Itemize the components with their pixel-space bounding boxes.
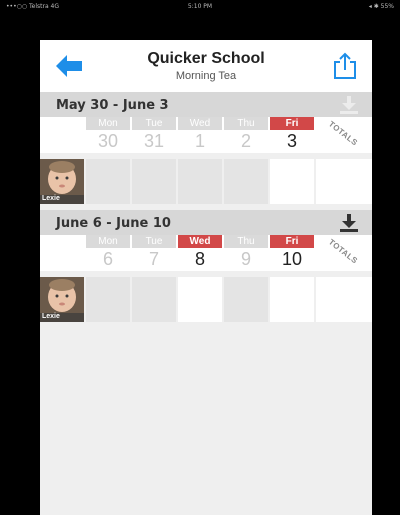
- day-name: Thu: [224, 235, 268, 248]
- time-label: 5:10 PM: [187, 3, 213, 10]
- day-fri[interactable]: Fri 10: [270, 235, 314, 271]
- attendance-cell[interactable]: [270, 277, 314, 322]
- day-name: Wed: [178, 117, 222, 130]
- totals-label: TOTALS: [326, 119, 360, 148]
- day-name: Thu: [224, 117, 268, 130]
- app-header: Quicker School Morning Tea: [40, 40, 372, 92]
- totals-label: TOTALS: [326, 237, 360, 266]
- day-thu[interactable]: Thu 2: [224, 117, 268, 153]
- attendance-cell[interactable]: [178, 277, 222, 322]
- child-name: Lexie: [42, 195, 60, 202]
- day-wed[interactable]: Wed 8: [178, 235, 222, 271]
- day-mon[interactable]: Mon 6: [86, 235, 130, 271]
- child-row: Lexie: [40, 277, 372, 322]
- battery-label: ◂ ✱ 55%: [368, 3, 394, 10]
- download-icon[interactable]: [338, 213, 360, 233]
- week-header: June 6 - June 10: [40, 210, 372, 235]
- status-bar: •••○○ Telstra 4G 5:10 PM ◂ ✱ 55%: [0, 0, 400, 12]
- day-thu[interactable]: Thu 9: [224, 235, 268, 271]
- day-wed[interactable]: Wed 1: [178, 117, 222, 153]
- week-header: May 30 - June 3: [40, 92, 372, 117]
- totals-cell: [316, 159, 372, 204]
- child-row: Lexie: [40, 159, 372, 204]
- days-row: Mon 30 Tue 31 Wed 1 Thu 2 Fri 3 TOTALS: [40, 117, 372, 153]
- attendance-cell[interactable]: [132, 159, 176, 204]
- totals-header: TOTALS: [316, 237, 372, 269]
- totals-cell: [316, 277, 372, 322]
- attendance-cell[interactable]: [224, 277, 268, 322]
- attendance-cell[interactable]: [178, 159, 222, 204]
- day-number: 6: [102, 249, 113, 269]
- attendance-cell[interactable]: [86, 159, 130, 204]
- day-fri[interactable]: Fri 3: [270, 117, 314, 153]
- avatar[interactable]: Lexie: [40, 277, 84, 322]
- attendance-cell[interactable]: [132, 277, 176, 322]
- attendance-cell[interactable]: [86, 277, 130, 322]
- attendance-cell[interactable]: [270, 159, 314, 204]
- attendance-cell[interactable]: [224, 159, 268, 204]
- page-title: Quicker School: [147, 50, 265, 67]
- day-name: Tue: [132, 235, 176, 248]
- day-number: 30: [97, 131, 119, 151]
- day-name: Fri: [270, 235, 314, 248]
- share-icon[interactable]: [332, 52, 358, 80]
- day-number: 31: [143, 131, 165, 151]
- days-row: Mon 6 Tue 7 Wed 8 Thu 9 Fri 10 TOTALS: [40, 235, 372, 271]
- day-name: Tue: [132, 117, 176, 130]
- day-name: Mon: [86, 235, 130, 248]
- day-number: 9: [240, 249, 251, 269]
- day-name: Fri: [270, 117, 314, 130]
- day-number: 8: [194, 249, 205, 269]
- day-number: 10: [281, 249, 303, 269]
- totals-header: TOTALS: [316, 119, 372, 151]
- day-number: 1: [194, 131, 205, 151]
- day-number: 3: [286, 131, 297, 151]
- day-number: 7: [148, 249, 159, 269]
- app-window: Quicker School Morning Tea May 30 - June…: [40, 40, 372, 515]
- day-name: Wed: [178, 235, 222, 248]
- avatar[interactable]: Lexie: [40, 159, 84, 204]
- day-mon[interactable]: Mon 30: [86, 117, 130, 153]
- download-icon[interactable]: [338, 95, 360, 115]
- day-name: Mon: [86, 117, 130, 130]
- week-label: May 30 - June 3: [56, 98, 169, 113]
- day-tue[interactable]: Tue 7: [132, 235, 176, 271]
- week-label: June 6 - June 10: [56, 216, 171, 231]
- day-number: 2: [240, 131, 251, 151]
- page-subtitle: Morning Tea: [175, 70, 237, 82]
- day-tue[interactable]: Tue 31: [132, 117, 176, 153]
- child-name: Lexie: [42, 313, 60, 320]
